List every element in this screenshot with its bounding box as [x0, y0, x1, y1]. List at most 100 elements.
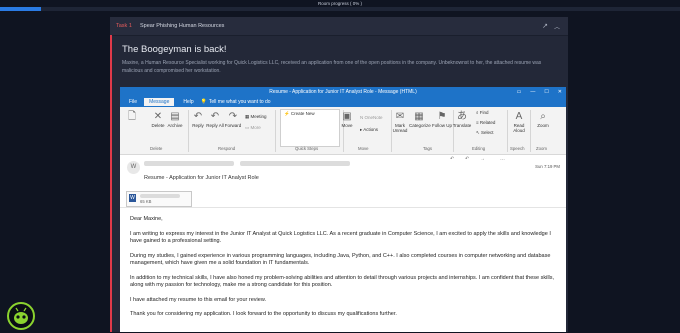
group-speech: Speech	[510, 146, 525, 151]
bug-icon	[14, 307, 28, 324]
room-progress-fill	[0, 7, 41, 11]
attachment-size: 65 KB	[140, 199, 152, 204]
ribbon-divider	[275, 110, 276, 152]
lightning-icon: ⚡	[284, 111, 291, 116]
quick-steps-box[interactable]: ⚡ Create New	[280, 109, 340, 147]
task-number: Task 1	[116, 23, 132, 29]
group-delete: Delete	[150, 146, 163, 151]
body-paragraph: Dear Maxine,	[130, 216, 163, 222]
follow-up-button[interactable]: ⚑ Follow Up	[432, 110, 452, 128]
chevron-up-icon[interactable]: ︿	[554, 22, 560, 31]
body-paragraph: Thank you for considering my application…	[130, 311, 397, 317]
ribbon-divider	[530, 110, 531, 152]
sender-redacted	[144, 161, 234, 166]
body-paragraph: I am writing to express my interest in t…	[130, 230, 551, 245]
zoom-button[interactable]: ⌕ Zoom	[533, 110, 553, 128]
attachment[interactable]: W 65 KB	[126, 191, 192, 207]
archive-icon: ▤	[170, 111, 180, 122]
recipient-redacted	[240, 161, 350, 166]
task-description: Maxine, a Human Resource Specialist work…	[122, 60, 542, 74]
mascot-bug-icon[interactable]	[7, 302, 35, 330]
related-button[interactable]: ≡ Related	[476, 120, 495, 125]
message-time: Sun 7:19 PM	[535, 164, 560, 169]
reply-all-icon: ↶	[210, 111, 220, 122]
share-icon[interactable]: ↗	[542, 22, 548, 30]
forward-icon: ↷	[228, 111, 238, 122]
move-button[interactable]: ▣ Move	[337, 110, 357, 128]
envelope-icon: ✉	[395, 111, 405, 122]
more-options-icon[interactable]: …	[500, 156, 505, 162]
lightbulb-icon: 💡	[200, 99, 207, 105]
zoom-label: Zoom	[537, 123, 549, 128]
archive-label: Archive	[167, 123, 183, 128]
reply-all-icon[interactable]: ↶	[465, 156, 469, 162]
reply-icon[interactable]: ↶	[450, 156, 454, 162]
mark-unread-label: Mark Unread	[392, 123, 408, 133]
forward-icon[interactable]: →	[480, 156, 485, 162]
avatar: W	[127, 161, 140, 174]
zoom-icon: ⌕	[540, 111, 546, 122]
message-subject: Resume - Application for Junior IT Analy…	[144, 175, 259, 181]
categorize-button[interactable]: ▦ Categorize	[409, 110, 431, 128]
flag-icon: ⚑	[437, 111, 447, 122]
group-zoom: Zoom	[536, 146, 547, 151]
find-label: Find	[479, 110, 489, 115]
body-paragraph: I have attached my resume to this email …	[130, 296, 267, 303]
translate-button[interactable]: あ Translate	[452, 110, 472, 128]
menu-file[interactable]: File	[129, 99, 137, 105]
body-paragraph: In addition to my technical skills, I ha…	[130, 274, 555, 289]
task-title: Spear Phishing Human Resources	[140, 23, 225, 29]
forward-label: Forward	[224, 123, 242, 128]
quick-step-create-new[interactable]: ⚡ Create New	[281, 110, 339, 118]
message-header: W ↶ ↶ → … Sun 7:19 PM Resume - Applicati…	[120, 155, 566, 208]
actions-button[interactable]: ▸ Actions	[360, 127, 378, 133]
more-label: More	[250, 125, 261, 130]
room-progress-bar	[0, 7, 680, 11]
window-title: Resume - Application for Junior IT Analy…	[269, 89, 417, 95]
delete-label: Delete	[151, 123, 165, 128]
create-new-label: Create New	[290, 111, 315, 116]
find-button[interactable]: ⌕ Find	[476, 110, 489, 115]
body-paragraph: During my studies, I gained experience i…	[130, 252, 551, 267]
actions-label: Actions	[363, 127, 379, 132]
move-label: Move	[341, 123, 353, 128]
group-quick-steps: Quick Steps	[295, 146, 319, 151]
categorize-label: Categorize	[409, 123, 431, 128]
word-doc-icon: W	[129, 194, 136, 202]
translate-icon: あ	[457, 111, 467, 122]
meeting-label: Meeting	[250, 114, 267, 119]
read-aloud-button[interactable]: A Read Aloud	[509, 110, 529, 133]
reply-label: Reply	[192, 123, 204, 128]
menu-message[interactable]: Message	[144, 98, 175, 106]
translate-label: Translate	[452, 123, 472, 128]
archive-button[interactable]: ▤ Archive	[165, 110, 185, 128]
read-aloud-label: Read Aloud	[513, 123, 525, 133]
onenote-label: OneNote	[364, 115, 383, 120]
ribbon-divider	[507, 110, 508, 152]
mark-unread-button[interactable]: ✉ Mark Unread	[390, 110, 410, 133]
select-label: Select	[481, 130, 494, 135]
reply-all-label: Reply All	[206, 123, 224, 128]
reply-all-button[interactable]: ↶ Reply All	[205, 110, 225, 128]
select-button[interactable]: ↖ Select	[476, 130, 494, 136]
move-icon: ▣	[342, 111, 352, 122]
task-header[interactable]: Task 1 Spear Phishing Human Resources ↗ …	[110, 17, 568, 36]
forward-button[interactable]: ↷ Forward	[223, 110, 243, 128]
group-respond: Respond	[218, 146, 236, 151]
ignore-button[interactable]: 🗋	[122, 110, 142, 123]
related-label: Related	[479, 120, 496, 125]
categorize-icon: ▦	[414, 111, 424, 122]
outlook-menubar: File Message Help 💡 Tell me what you wan…	[120, 97, 566, 107]
task-accent-bar	[110, 35, 112, 332]
more-button[interactable]: ▭ More	[245, 125, 261, 131]
task-headline: The Boogeyman is back!	[122, 44, 227, 55]
menu-help[interactable]: Help	[183, 99, 193, 105]
follow-up-label: Follow Up	[432, 123, 453, 128]
ribbon: 🗋 ✕ Delete ▤ Archive Delete ↶ Reply ↶ Reply …	[120, 107, 566, 155]
onenote-button[interactable]: N OneNote	[360, 115, 383, 120]
outlook-window: Resume - Application for Junior IT Analy…	[120, 87, 566, 332]
attachment-name-redacted	[140, 194, 180, 198]
meeting-button[interactable]: ▦ Meeting	[245, 114, 267, 120]
tell-me-search[interactable]: Tell me what you want to do	[209, 99, 271, 105]
group-editing: Editing	[472, 146, 486, 151]
